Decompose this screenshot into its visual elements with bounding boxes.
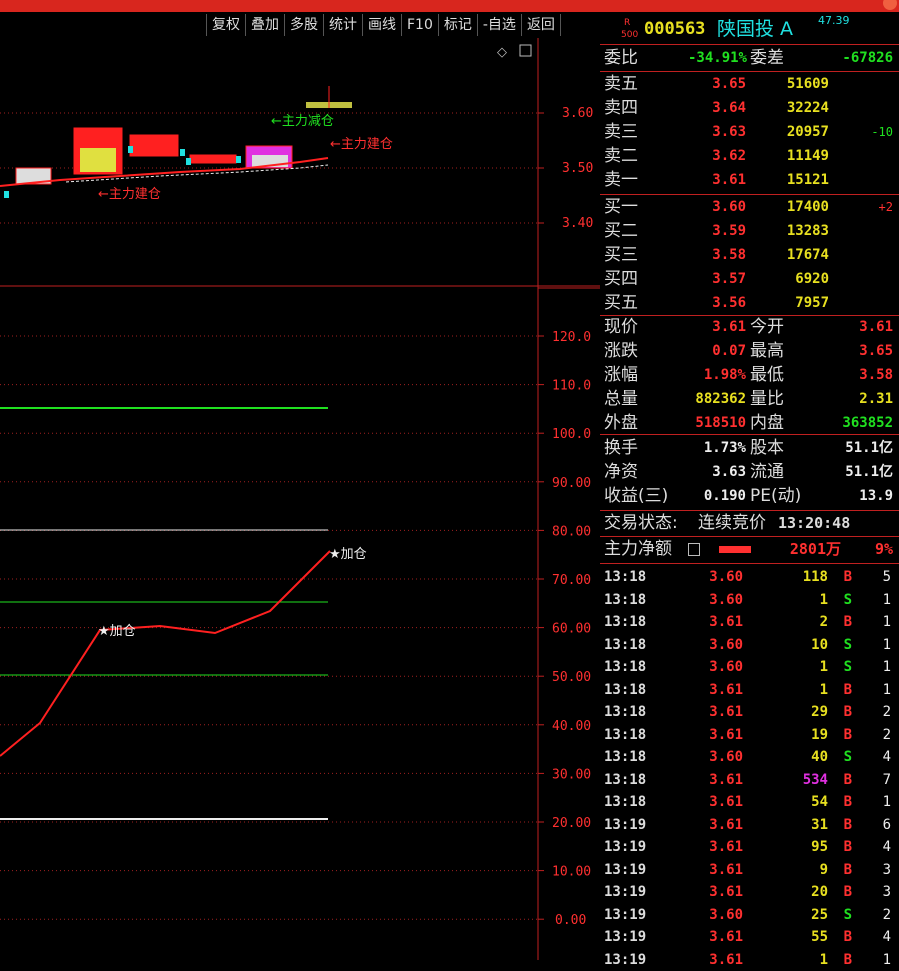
toolbar-button-8[interactable]: 返回: [521, 14, 561, 36]
toolbar-button-0[interactable]: 复权: [206, 14, 245, 36]
trade-row[interactable]: 13:193.6155B4: [600, 926, 899, 949]
trade-row[interactable]: 13:183.6010S1: [600, 634, 899, 657]
toolbar-button-5[interactable]: F10: [401, 14, 438, 36]
chart-canvas[interactable]: 3.60 3.50 3.40 ←主力减仓 ←主力建仓 ←主力建仓 120.0 110.0 10…: [0, 38, 600, 960]
indicator-tick-label: 20.00: [552, 816, 591, 831]
tick-marker-3: [186, 158, 191, 165]
net-bar: [719, 546, 751, 553]
quote-row[interactable]: 涨幅1.98%最低3.58: [600, 364, 899, 387]
trade-row[interactable]: 13:183.6040S4: [600, 746, 899, 769]
ask-row[interactable]: 卖三3.6320957-10: [600, 121, 899, 144]
ask-row[interactable]: 卖五3.6551609: [600, 73, 899, 96]
stock-name: 陕国投 A: [717, 14, 793, 44]
trade-row[interactable]: 13:183.6129B2: [600, 701, 899, 724]
list-icon[interactable]: [688, 543, 700, 556]
fundamental-row[interactable]: 换手1.73%股本51.1亿: [600, 437, 899, 460]
tick-marker-0: [4, 191, 9, 198]
main-net-row: 主力净额 2801万 9%: [600, 538, 899, 561]
price-pane: 3.60 3.50 3.40 ←主力减仓 ←主力建仓 ←主力建仓: [0, 86, 593, 231]
indicator-tick-label: 60.00: [552, 622, 591, 637]
indicator-tick-label: 40.00: [552, 719, 591, 734]
fundamental-row[interactable]: 净资3.63流通51.1亿: [600, 461, 899, 484]
trade-row[interactable]: 13:183.61534B7: [600, 769, 899, 792]
toolbar-button-4[interactable]: 画线: [362, 14, 401, 36]
trade-row[interactable]: 13:193.6120B3: [600, 881, 899, 904]
toolbar-button-6[interactable]: 标记: [438, 14, 477, 36]
tick-marker-4: [236, 156, 241, 163]
bid-row[interactable]: 买一3.6017400+2: [600, 196, 899, 219]
indicator-pane: 120.0 110.0 100.0 90.00 80.00 70.00 60.00 50.00…: [0, 330, 591, 928]
weibi-row: 委比 -34.91% 委差 -67826: [600, 47, 899, 70]
trade-status: 交易状态: 连续竞价 13:20:48: [600, 512, 899, 535]
indicator-tick-label: 110.0: [552, 379, 591, 394]
chart-area[interactable]: 3.60 3.50 3.40 ←主力减仓 ←主力建仓 ←主力建仓 120.0 110.0 10…: [0, 38, 600, 960]
quote-row[interactable]: 现价3.61今开3.61: [600, 316, 899, 339]
quote-row[interactable]: 外盘518510内盘363852: [600, 412, 899, 435]
trade-row[interactable]: 13:183.601S1: [600, 656, 899, 679]
ask-row[interactable]: 卖二3.6211149: [600, 145, 899, 168]
window-toggle-icon[interactable]: [520, 45, 531, 56]
indicator-tick-label: 50.00: [552, 670, 591, 685]
trade-row[interactable]: 13:193.6025S2: [600, 904, 899, 927]
toolbar-button-7[interactable]: -自选: [477, 14, 521, 36]
annotation-add1: ★加仓: [98, 624, 136, 639]
stock-code: 000563: [644, 14, 705, 44]
bid-row[interactable]: 买五3.567957: [600, 292, 899, 315]
candle-2: [130, 135, 178, 156]
toolbar-button-1[interactable]: 叠加: [245, 14, 284, 36]
trade-row[interactable]: 13:183.60118B5: [600, 566, 899, 589]
annotation-reduce: ←主力减仓: [271, 114, 334, 129]
annotation-build2: ←主力建仓: [330, 137, 393, 152]
bid-row[interactable]: 买二3.5913283: [600, 220, 899, 243]
stock-title: R 500 000563 陕国投 A 47.39: [600, 14, 899, 44]
indicator-tick-label: 120.0: [552, 330, 591, 345]
window-top-bar: [0, 0, 899, 12]
indicator-tick-label: 0.00: [555, 913, 586, 928]
trade-row[interactable]: 13:183.601S1: [600, 589, 899, 612]
toolbar-button-2[interactable]: 多股: [284, 14, 323, 36]
indicator-tick-label: 80.00: [552, 524, 591, 539]
annotation-build1: ←主力建仓: [98, 187, 161, 202]
quote-panel: R 500 000563 陕国投 A 47.39 委比 -34.91% 委差 -…: [600, 14, 899, 960]
ask-row[interactable]: 卖四3.6432224: [600, 97, 899, 120]
diamond-icon[interactable]: ◇: [497, 45, 507, 60]
indicator-tick-label: 70.00: [552, 573, 591, 588]
quote-row[interactable]: 涨跌0.07最高3.65: [600, 340, 899, 363]
trade-row[interactable]: 13:193.619B3: [600, 859, 899, 882]
toolbar-button-3[interactable]: 统计: [323, 14, 362, 36]
candle-3: [190, 155, 236, 163]
trade-row[interactable]: 13:183.611B1: [600, 679, 899, 702]
price-tick-label: 3.40: [562, 216, 593, 231]
annotation-add2: ★加仓: [329, 547, 367, 562]
trade-row[interactable]: 13:193.6195B4: [600, 836, 899, 859]
trade-row[interactable]: 13:183.612B1: [600, 611, 899, 634]
indicator-tick-label: 90.00: [552, 476, 591, 491]
trade-row[interactable]: 13:183.6154B1: [600, 791, 899, 814]
tick-marker-2: [180, 149, 185, 156]
close-dot-icon[interactable]: [883, 0, 897, 10]
trade-row[interactable]: 13:193.6131B6: [600, 814, 899, 837]
stock-extra: 47.39: [818, 6, 850, 36]
candle-volume-highlight: [80, 148, 116, 172]
fundamental-row[interactable]: 收益(三)0.190PE(动)13.9: [600, 485, 899, 508]
tick-marker-1: [128, 146, 133, 153]
ask-row[interactable]: 卖一3.6115121: [600, 169, 899, 192]
badge-bottom: 500: [621, 20, 638, 50]
trade-row[interactable]: 13:183.6119B2: [600, 724, 899, 747]
indicator-tick-label: 10.00: [552, 865, 591, 880]
price-tick-label: 3.60: [562, 106, 593, 121]
quote-row[interactable]: 总量882362量比2.31: [600, 388, 899, 411]
chart-toolbar: 复权叠加多股统计画线F10标记-自选返回: [206, 14, 561, 38]
bid-row[interactable]: 买三3.5817674: [600, 244, 899, 267]
price-tick-label: 3.50: [562, 161, 593, 176]
indicator-tick-label: 30.00: [552, 767, 591, 782]
bid-row[interactable]: 买四3.576920: [600, 268, 899, 291]
indicator-tick-label: 100.0: [552, 427, 591, 442]
